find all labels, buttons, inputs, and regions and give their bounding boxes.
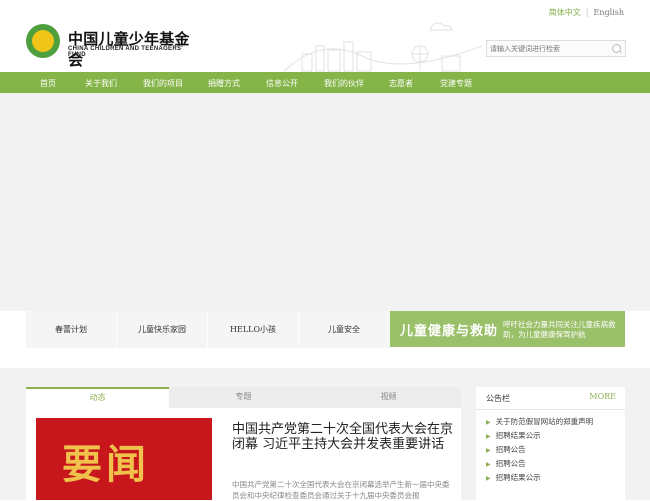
search-input[interactable] — [490, 42, 608, 55]
promo-title: 儿童健康与救助 — [400, 323, 499, 338]
quick-link-happy-home[interactable]: 儿童快乐家园 — [117, 311, 207, 348]
divider — [476, 409, 625, 410]
nav-party[interactable]: 党建专题 — [440, 78, 472, 89]
quick-links: 春蕾计划 儿童快乐家园 HELLO小孩 儿童安全 — [26, 311, 390, 348]
promo-text: 呼吁社会力量共同关注儿童疾病救助，为儿童健康保驾护航 — [503, 320, 616, 339]
notice-title: 公告栏 — [486, 394, 510, 403]
nav-partners[interactable]: 我们的伙伴 — [324, 78, 364, 89]
notice-board: 公告栏 MORE ▶ 关于防范假冒网站的郑重声明 ▶ 招聘结果公示 ▶ 招聘公告 ▶ 招… — [476, 387, 625, 500]
tab-videos[interactable]: 视频 — [317, 387, 460, 408]
nav-home[interactable]: 首页 — [40, 78, 56, 89]
health-rescue-promo[interactable]: 儿童健康与救助 呼吁社会力量共同关注儿童疾病救助，为儿童健康保驾护航 — [390, 311, 625, 347]
hero-banner[interactable] — [0, 93, 650, 311]
arrow-icon: ▶ — [486, 419, 491, 426]
featured-news-image[interactable]: 要闻 — [36, 418, 212, 500]
arrow-icon: ▶ — [486, 475, 491, 482]
nav-about[interactable]: 关于我们 — [85, 78, 117, 89]
quick-link-hello-kids[interactable]: HELLO小孩 — [208, 311, 298, 348]
main-nav: 首页 关于我们 我们的项目 捐赠方式 信息公开 我们的伙伴 志愿者 党建专题 — [0, 72, 650, 93]
quick-link-chunlei[interactable]: 春蕾计划 — [26, 311, 116, 348]
notice-more-link[interactable]: MORE — [589, 392, 616, 401]
language-switcher: 简体中文 | English — [549, 7, 624, 18]
lang-chinese-link[interactable]: 简体中文 — [549, 8, 581, 17]
news-tabs: 动态 专题 视频 — [26, 387, 461, 408]
notice-item[interactable]: ▶ 招聘结果公示 — [486, 429, 593, 443]
site-header: 中国儿童少年基金会 CHINA CHILDREN AND TEENAGERS' … — [0, 0, 650, 72]
featured-news-headline[interactable]: 中国共产党第二十次全国代表大会在京闭幕 习近平主持大会并发表重要讲话 — [232, 422, 454, 452]
featured-image-text: 要闻 — [62, 443, 150, 487]
search-box — [486, 40, 626, 57]
arrow-icon: ▶ — [486, 433, 491, 440]
nav-projects[interactable]: 我们的项目 — [143, 78, 183, 89]
arrow-icon: ▶ — [486, 447, 491, 454]
lang-separator: | — [585, 8, 589, 17]
nav-donate[interactable]: 捐赠方式 — [208, 78, 240, 89]
site-logo[interactable]: 中国儿童少年基金会 CHINA CHILDREN AND TEENAGERS' … — [26, 22, 196, 69]
arrow-icon: ▶ — [486, 461, 491, 468]
nav-volunteers[interactable]: 志愿者 — [389, 78, 413, 89]
logo-emblem-icon — [26, 24, 60, 58]
notice-item[interactable]: ▶ 关于防范假冒网站的郑重声明 — [486, 415, 593, 429]
quick-link-child-safety[interactable]: 儿童安全 — [299, 311, 389, 348]
logo-english-name: CHINA CHILDREN AND TEENAGERS' FUND — [68, 46, 184, 58]
skyline-illustration — [283, 22, 483, 72]
nav-disclosure[interactable]: 信息公开 — [266, 78, 298, 89]
search-icon[interactable] — [612, 44, 621, 53]
tab-topics[interactable]: 专题 — [172, 387, 315, 408]
notice-item[interactable]: ▶ 招聘公告 — [486, 443, 593, 457]
news-panel: 动态 专题 视频 要闻 中国共产党第二十次全国代表大会在京闭幕 习近平主持大会并… — [26, 387, 461, 500]
notice-item[interactable]: ▶ 招聘公告 — [486, 457, 593, 471]
lang-english-link[interactable]: English — [594, 8, 625, 17]
tab-news[interactable]: 动态 — [26, 387, 169, 408]
notice-item[interactable]: ▶ 招聘结果公示 — [486, 471, 593, 485]
featured-news-excerpt: 中国共产党第二十次全国代表大会在京闭幕选举产生新一届中央委员会和中央纪律检查委员… — [232, 480, 450, 500]
